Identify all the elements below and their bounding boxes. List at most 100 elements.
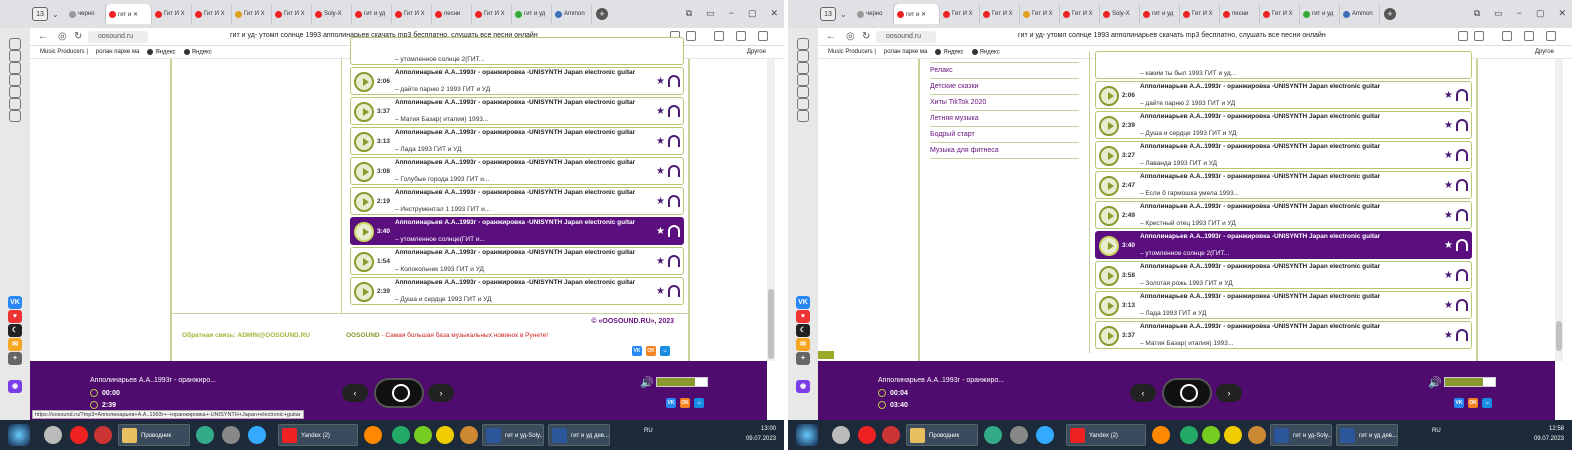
start-button[interactable] <box>8 424 30 446</box>
previous-track-button[interactable]: ‹ <box>342 384 368 402</box>
system-clock[interactable]: 13:00 09.07.2023 <box>746 424 776 444</box>
track-title[interactable]: Апполинарьев А.А..1993г - оранжировка -U… <box>1140 113 1390 121</box>
sidebar-app-icon[interactable] <box>9 86 21 98</box>
play-icon[interactable] <box>1099 206 1119 226</box>
browser-tab[interactable]: гит и уд <box>352 4 392 24</box>
genre-link[interactable]: Хиты TikTok 2020 <box>930 95 1079 111</box>
headphones-icon[interactable] <box>1456 299 1468 311</box>
volume-icon[interactable]: 🔊 <box>1428 376 1442 389</box>
feedback-email[interactable]: ADMIN@OOSOUND.RU <box>238 332 310 339</box>
close-icon[interactable]: ✕ <box>770 8 778 19</box>
track-title[interactable]: Апполинарьев А.А..1993г - оранжировка -U… <box>1140 263 1390 271</box>
taskbar-app-icon[interactable] <box>858 426 876 444</box>
headphones-icon[interactable] <box>1456 209 1468 221</box>
browser-tab[interactable]: гит и уд <box>1140 4 1180 24</box>
browser-tab[interactable]: песни <box>432 4 472 24</box>
play-icon[interactable] <box>354 102 374 122</box>
headphones-icon[interactable] <box>1456 269 1468 281</box>
star-icon[interactable]: ★ <box>1444 300 1453 311</box>
social-icon[interactable]: ☺ <box>660 346 670 356</box>
shield-icon[interactable]: ◎ <box>58 31 67 42</box>
headphones-icon[interactable] <box>668 225 680 237</box>
chevron-down-icon[interactable]: ⌄ <box>52 10 64 19</box>
tabs-icon[interactable]: ⧉ <box>686 8 692 19</box>
taskbar-app-icon[interactable] <box>196 426 214 444</box>
taskbar-app-icon[interactable] <box>1180 426 1198 444</box>
extension-icon[interactable] <box>736 31 746 41</box>
taskbar-app-icon[interactable] <box>1152 426 1170 444</box>
track-title[interactable]: Апполинарьев А.А..1993г - оранжировка -U… <box>1140 233 1390 241</box>
sidebar-app-icon[interactable]: ☾ <box>796 324 810 337</box>
star-icon[interactable]: ★ <box>656 76 665 87</box>
track-row[interactable]: 2:06 Апполинарьев А.А..1993г - оранжировк… <box>1095 81 1472 109</box>
star-icon[interactable]: ★ <box>656 226 665 237</box>
play-icon[interactable] <box>354 72 374 92</box>
star-icon[interactable]: ★ <box>656 166 665 177</box>
browser-tab[interactable]: Гит И Х <box>472 4 512 24</box>
maximize-icon[interactable]: ▢ <box>748 8 757 19</box>
browser-tab[interactable]: гит и ✕ <box>894 4 940 24</box>
star-icon[interactable]: ★ <box>656 196 665 207</box>
play-icon[interactable] <box>1099 146 1119 166</box>
shield-icon[interactable]: ◎ <box>846 31 855 42</box>
play-icon[interactable] <box>354 282 374 302</box>
sidebar-app-icon[interactable] <box>797 86 809 98</box>
sidebar-app-icon[interactable]: ✉ <box>796 338 810 351</box>
track-title[interactable]: Апполинарьев А.А..1993г - оранжировка -U… <box>1140 293 1390 301</box>
social-icon[interactable]: ☺ <box>1482 398 1492 408</box>
play-icon[interactable] <box>1099 326 1119 346</box>
track-title[interactable]: Апполинарьев А.А..1993г - оранжировка -U… <box>395 99 645 107</box>
track-row[interactable]: 1:54 Апполинарьев А.А..1993г - оранжировк… <box>350 247 684 275</box>
next-track-button[interactable]: › <box>428 384 454 402</box>
social-icon[interactable]: VK <box>1454 398 1464 408</box>
social-icon[interactable]: OK <box>680 398 690 408</box>
taskbar-app-icon[interactable] <box>436 426 454 444</box>
track-partial[interactable]: – каким ты был 1993 ГИТ и уд... <box>1095 51 1472 79</box>
bookmarks-other[interactable]: Другое <box>1535 49 1554 55</box>
browser-tab[interactable]: Гит И Х <box>272 4 312 24</box>
play-icon[interactable] <box>354 132 374 152</box>
headphones-icon[interactable] <box>1456 239 1468 251</box>
social-icon[interactable]: ☺ <box>694 398 704 408</box>
taskbar-task[interactable]: Проводник <box>906 424 978 446</box>
sidebar-app-icon[interactable] <box>9 62 21 74</box>
taskbar-app-icon[interactable] <box>94 426 112 444</box>
bookmark-item[interactable]: Music Producers | <box>828 49 876 55</box>
chevron-down-icon[interactable]: ⌄ <box>840 10 852 19</box>
new-tab-icon[interactable]: + <box>596 8 608 20</box>
bookmark-icon[interactable] <box>686 31 696 41</box>
bookmark-icon[interactable]: ▭ <box>706 8 715 19</box>
browser-tab[interactable]: Гит И Х <box>940 4 980 24</box>
taskbar-task[interactable]: Проводник <box>118 424 190 446</box>
taskbar-app-icon[interactable] <box>1010 426 1028 444</box>
sidebar-app-icon[interactable]: ♥ <box>796 310 810 323</box>
taskbar-app-icon[interactable] <box>460 426 478 444</box>
play-icon[interactable] <box>354 222 374 242</box>
track-row[interactable]: 3:58 Апполинарьев А.А..1993г - оранжировк… <box>1095 261 1472 289</box>
chat-icon[interactable] <box>714 31 724 41</box>
start-button[interactable] <box>796 424 818 446</box>
track-title[interactable]: Апполинарьев А.А..1993г - оранжировка -U… <box>395 189 645 197</box>
headphones-icon[interactable] <box>668 105 680 117</box>
headphones-icon[interactable] <box>1456 119 1468 131</box>
browser-tab[interactable]: Гит И Х <box>392 4 432 24</box>
play-button[interactable] <box>1162 378 1212 408</box>
sidebar-app-icon[interactable] <box>797 62 809 74</box>
next-track-button[interactable]: › <box>1216 384 1242 402</box>
sidebar-app-icon[interactable] <box>797 38 809 50</box>
new-tab-icon[interactable]: + <box>1384 8 1396 20</box>
track-title[interactable]: Апполинарьев А.А..1993г - оранжировка -U… <box>395 249 645 257</box>
play-icon[interactable] <box>1099 236 1119 256</box>
track-row[interactable]: 2:39 Апполинарьев А.А..1993г - оранжировк… <box>350 277 684 305</box>
genre-link[interactable]: Музыка для фитнеса <box>930 143 1079 159</box>
sidebar-app-icon[interactable] <box>797 110 809 122</box>
download-icon[interactable] <box>758 31 768 41</box>
track-title[interactable]: Апполинарьев А.А..1993г - оранжировка -U… <box>395 219 645 227</box>
taskbar-app-icon[interactable] <box>44 426 62 444</box>
url-field[interactable]: oosound.ru <box>88 31 148 43</box>
taskbar-app-icon[interactable] <box>364 426 382 444</box>
reload-icon[interactable]: ↻ <box>74 31 82 42</box>
track-title[interactable]: Апполинарьев А.А..1993г - оранжировка -U… <box>1140 173 1390 181</box>
browser-tab[interactable]: Гит И Х <box>152 4 192 24</box>
sidebar-app-icon[interactable] <box>9 38 21 50</box>
